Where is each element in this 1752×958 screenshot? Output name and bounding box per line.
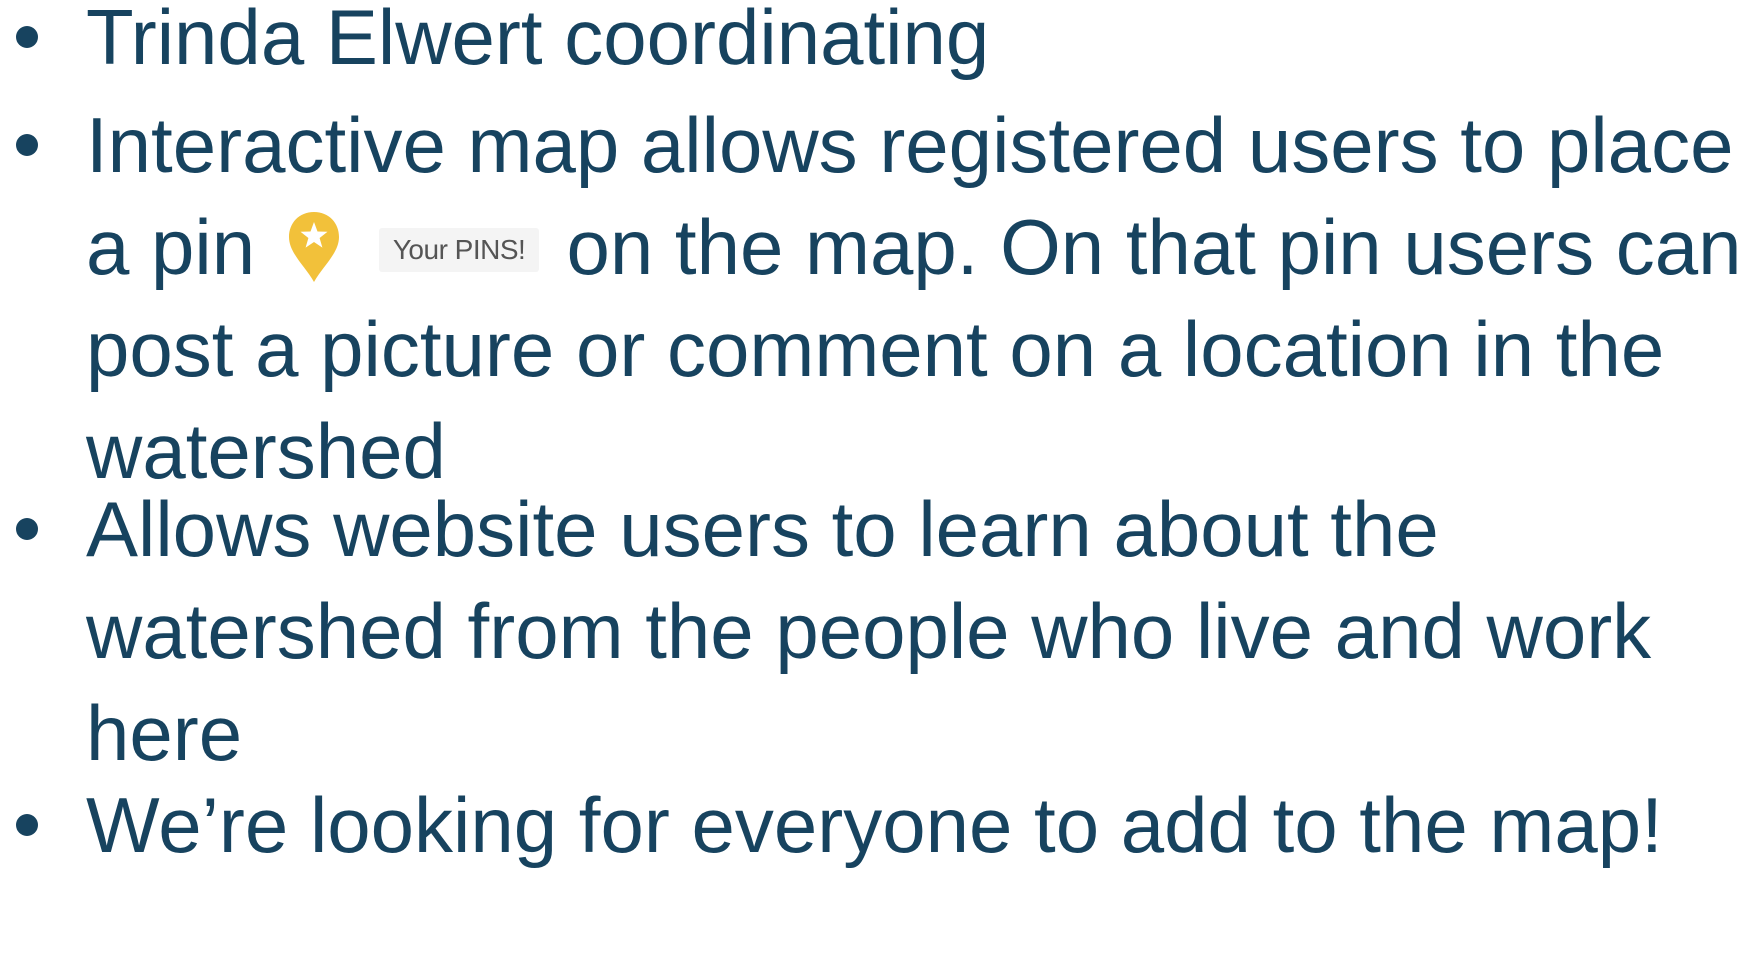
bullet-line-with-pin: a pin Your PINS! on the map. On that pin… — [86, 196, 1752, 298]
bullet-dot — [16, 518, 38, 540]
map-pin-star-icon — [288, 212, 339, 282]
bullet-line: We’re looking for everyone to add to the… — [86, 781, 1663, 869]
bullet-line-segment: on the map. On that pin users can — [566, 203, 1742, 291]
bullet-line: Interactive map allows registered users … — [86, 101, 1734, 189]
bullet-text: We’re looking for everyone to add to the… — [86, 774, 1752, 876]
bullet-line: Allows website users to learn about the — [86, 485, 1439, 573]
bullet-line-segment: a pin — [86, 203, 256, 291]
bullet-text: Trinda Elwert coordinating — [86, 0, 1752, 88]
your-pins-chip: Your PINS! — [283, 208, 539, 288]
bullet-text: Allows website users to learn about the … — [86, 478, 1752, 784]
slide: Trinda Elwert coordinating Interactive m… — [0, 0, 1752, 958]
bullet-dot — [16, 134, 38, 156]
bullet-text: Interactive map allows registered users … — [86, 94, 1752, 502]
bullet-dot — [16, 26, 38, 48]
bullet-line: here — [86, 689, 243, 777]
bullet-line: post a picture or comment on a location … — [86, 305, 1665, 393]
bullet-dot — [16, 814, 38, 836]
bullet-line: Trinda Elwert coordinating — [86, 0, 990, 81]
bullet-line: watershed from the people who live and w… — [86, 587, 1652, 675]
your-pins-label: Your PINS! — [392, 234, 526, 265]
your-pins-label-box: Your PINS! — [378, 228, 539, 272]
